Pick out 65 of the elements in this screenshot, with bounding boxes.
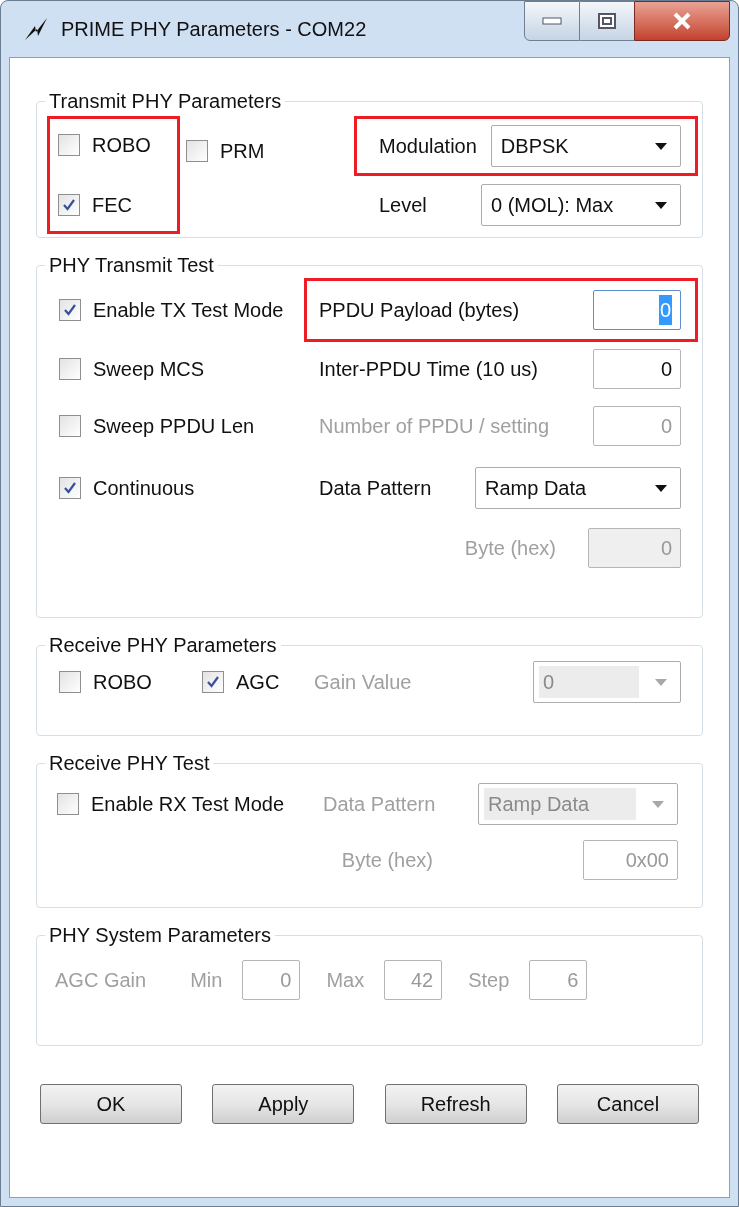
group-title: PHY Transmit Test: [48, 253, 215, 278]
checkbox[interactable]: [59, 299, 81, 321]
minimize-button[interactable]: [524, 1, 580, 41]
checkbox-label: Enable RX Test Mode: [91, 792, 285, 817]
close-icon: [672, 12, 692, 30]
group-title: Receive PHY Test: [48, 751, 211, 776]
field-label: PPDU Payload (bytes): [319, 298, 520, 323]
checkbox[interactable]: [59, 357, 81, 380]
input-field[interactable]: 0: [593, 348, 681, 389]
check-icon: [62, 198, 76, 212]
checkbox-label: AGC: [236, 670, 280, 695]
dropdown[interactable]: 0 (MOL): Max: [481, 184, 681, 226]
maximize-button[interactable]: [580, 1, 634, 41]
field-label: Byte (hex): [464, 536, 556, 561]
checkbox[interactable]: [186, 140, 208, 162]
dropdown[interactable]: Ramp Data: [475, 467, 681, 509]
checkbox[interactable]: [59, 671, 81, 693]
dialog-button[interactable]: Apply: [212, 1084, 355, 1124]
group-title: Transmit PHY Parameters: [48, 89, 283, 114]
field-label: Inter-PPDU Time (10 us): [319, 356, 538, 382]
checkbox-label: Continuous: [93, 476, 195, 501]
field-label: Level: [379, 193, 427, 218]
checkbox[interactable]: [202, 671, 224, 693]
checkbox[interactable]: [58, 134, 80, 156]
field-label: Gain Value: [314, 670, 412, 695]
field-label: Modulation: [379, 134, 477, 159]
checkbox[interactable]: [59, 477, 81, 499]
checkbox-label: Enable TX Test Mode: [93, 298, 284, 323]
caret-icon: [655, 201, 667, 209]
field-label: Step: [468, 968, 510, 993]
caret-icon: [655, 142, 667, 150]
group-title: Receive PHY Parameters: [48, 633, 278, 658]
check-icon: [63, 481, 77, 495]
field-label: Max: [326, 968, 365, 993]
caret-icon: [655, 484, 667, 492]
caret-icon: [655, 678, 667, 686]
caret-icon: [652, 800, 664, 808]
dialog-button[interactable]: Refresh: [384, 1084, 527, 1124]
checkbox-label: Sweep MCS: [93, 356, 205, 382]
checkbox-label: ROBO: [93, 670, 152, 695]
restore-icon: [598, 13, 616, 29]
close-button[interactable]: [634, 1, 730, 41]
dropdown[interactable]: DBPSK: [490, 125, 681, 167]
window-title: PRIME PHY Parameters - COM22: [61, 17, 367, 42]
minimize-icon: [542, 17, 562, 25]
field-label: Data Pattern: [323, 792, 436, 817]
checkbox[interactable]: [59, 414, 81, 437]
checkbox-label: ROBO: [92, 133, 151, 158]
field-label: Min: [190, 968, 223, 993]
check-icon: [63, 303, 77, 317]
group-title: PHY System Parameters: [48, 923, 272, 948]
checkbox-label: PRM: [220, 139, 265, 164]
field-label: Data Pattern: [319, 476, 432, 501]
checkbox-label: FEC: [92, 193, 132, 218]
dialog-button[interactable]: OK: [40, 1084, 182, 1124]
field-label: Byte (hex): [341, 848, 433, 873]
lightning-icon: [23, 17, 49, 41]
checkbox[interactable]: [57, 793, 79, 815]
field-label: AGC Gain: [55, 968, 147, 993]
input-field[interactable]: 0: [593, 290, 681, 330]
field-label: Number of PPDU / setting: [319, 413, 550, 439]
check-icon: [206, 675, 220, 689]
checkbox-label: Sweep PPDU Len: [93, 413, 255, 439]
dialog-button[interactable]: Cancel: [557, 1084, 699, 1124]
checkbox[interactable]: [58, 194, 80, 216]
